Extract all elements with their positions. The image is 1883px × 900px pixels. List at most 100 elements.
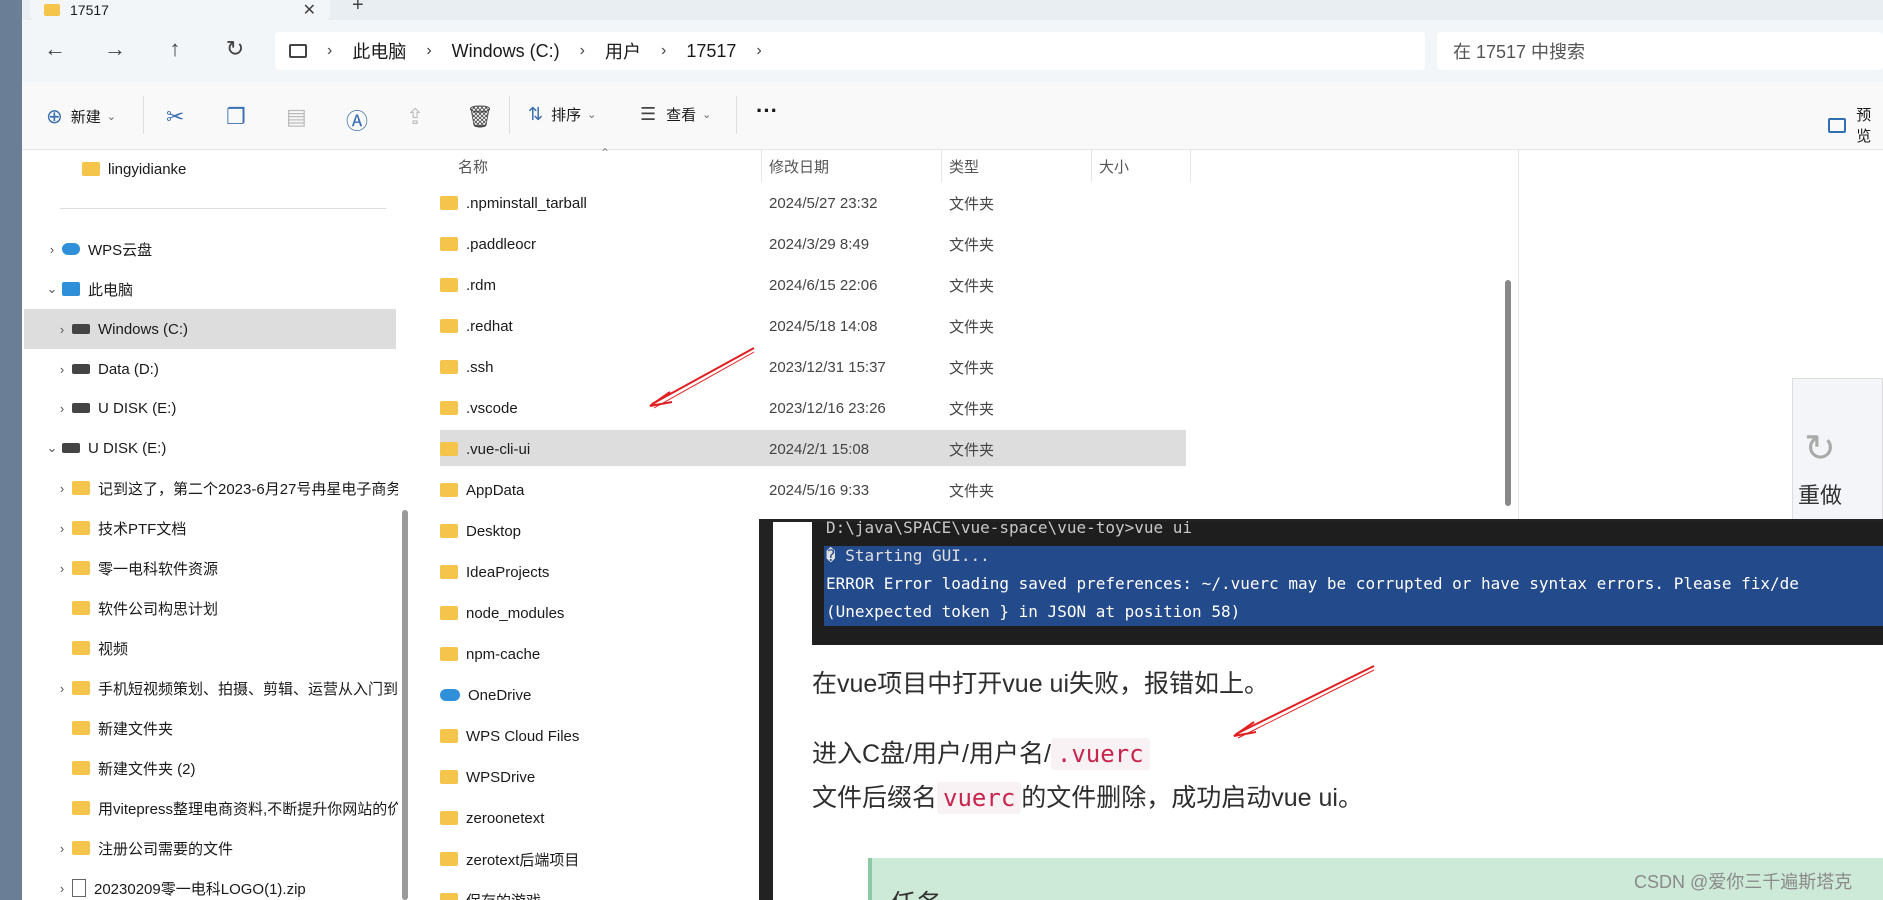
desktop-edge (0, 0, 22, 900)
sidebar-item[interactable]: ›U DISK (E:) (22, 389, 400, 427)
usb-icon (62, 443, 80, 453)
breadcrumb-separator: › (580, 42, 585, 60)
sidebar-item-label: 新建文件夹 (98, 718, 173, 739)
sidebar-item[interactable]: ⌄此电脑 (22, 270, 400, 308)
more-icon[interactable]: ··· (756, 98, 778, 124)
forward-icon[interactable]: → (101, 36, 129, 62)
sidebar-item[interactable]: ›Data (D:) (22, 350, 400, 388)
file-row[interactable]: .npminstall_tarball2024/5/27 23:32文件夹 (440, 183, 1186, 223)
folder-icon (440, 852, 458, 866)
chevron-right-icon[interactable]: › (52, 561, 72, 576)
new-tab-button[interactable]: + (352, 0, 364, 17)
file-row[interactable]: .rdm2024/6/15 22:06文件夹 (440, 265, 1186, 305)
list-scrollbar[interactable] (1505, 280, 1511, 506)
sidebar-item-label: Windows (C:) (98, 321, 188, 338)
chevron-right-icon[interactable]: › (52, 841, 72, 856)
column-header-size[interactable]: 大小 (1099, 156, 1129, 177)
paste-icon[interactable]: ▤ (286, 104, 307, 130)
file-row[interactable]: .redhat2024/5/18 14:08文件夹 (440, 306, 1186, 346)
sidebar-item[interactable]: 用vitepress整理电商资料,不断提升你网站的价值 (22, 789, 400, 827)
share-icon[interactable]: ⇪ (406, 104, 424, 130)
new-button[interactable]: ⊕ 新建 ⌄ (46, 104, 116, 129)
file-name: Desktop (466, 523, 766, 540)
file-date: 2024/6/15 22:06 (769, 277, 877, 294)
close-icon[interactable]: ✕ (303, 0, 316, 20)
sidebar-item-label: 新建文件夹 (2) (98, 758, 196, 779)
file-name: WPS Cloud Files (466, 728, 766, 745)
file-name: npm-cache (466, 646, 766, 663)
zip-icon (72, 879, 86, 897)
column-header-date[interactable]: 修改日期 (769, 156, 829, 177)
copy-icon[interactable]: ❐ (226, 104, 246, 130)
cut-icon[interactable]: ✂ (166, 104, 184, 130)
breadcrumb[interactable]: › 此电脑 › Windows (C:) › 用户 › 17517 › (275, 32, 1425, 70)
sidebar-item[interactable]: ›手机短视频策划、拍摄、剪辑、运营从入门到精通 (22, 669, 400, 707)
folder-icon (440, 442, 458, 456)
sidebar-item[interactable]: ›20230209零一电科LOGO(1).zip (22, 869, 400, 900)
chevron-right-icon[interactable]: › (52, 681, 72, 696)
chevron-down-icon: ⌄ (107, 110, 116, 123)
sidebar-item-label: 记到这了，第二个2023-6月27号冉星电子商务 (98, 478, 398, 499)
sidebar-item-label: 用vitepress整理电商资料,不断提升你网站的价值 (98, 798, 398, 819)
article-line-2: 进入C盘/用户/用户名/.vuerc (812, 734, 1150, 770)
redo-label[interactable]: 重做 (1798, 478, 1842, 510)
sidebar-item[interactable]: ›技术PTF文档 (22, 509, 400, 547)
redo-icon[interactable]: ↻ (1804, 426, 1836, 471)
column-header-type[interactable]: 类型 (949, 156, 979, 177)
column-header-name[interactable]: 名称 (458, 156, 488, 177)
file-row[interactable]: .paddleocr2024/3/29 8:49文件夹 (440, 224, 1186, 264)
nav-scrollbar[interactable] (402, 510, 408, 900)
sidebar-item[interactable]: 软件公司构思计划 (22, 589, 400, 627)
chevron-right-icon[interactable]: › (52, 881, 72, 896)
chevron-right-icon[interactable]: › (42, 242, 62, 257)
sidebar-item[interactable]: ⌄U DISK (E:) (22, 429, 400, 467)
back-icon[interactable]: ← (41, 36, 69, 62)
up-icon[interactable]: ↑ (161, 36, 189, 62)
overlay-border (759, 519, 773, 900)
sidebar-item[interactable]: ›注册公司需要的文件 (22, 829, 400, 867)
file-type: 文件夹 (949, 480, 994, 501)
chevron-down-icon[interactable]: ⌄ (42, 281, 62, 297)
file-name: AppData (466, 482, 766, 499)
search-input[interactable]: 在 17517 中搜索 (1437, 32, 1883, 70)
tab-17517[interactable]: 17517 ✕ (30, 0, 330, 20)
chevron-down-icon[interactable]: ⌄ (42, 440, 62, 456)
sidebar-item[interactable]: › Windows (C:) (22, 310, 400, 348)
file-row[interactable]: .vue-cli-ui2024/2/1 15:08文件夹 (440, 429, 1186, 469)
chevron-right-icon[interactable]: › (52, 401, 72, 416)
breadcrumb-17517[interactable]: 17517 (686, 41, 736, 62)
folder-icon (440, 770, 458, 784)
sidebar-item[interactable]: lingyidianke (22, 150, 400, 188)
chevron-right-icon[interactable]: › (52, 521, 72, 536)
file-row[interactable]: .ssh2023/12/31 15:37文件夹 (440, 347, 1186, 387)
sidebar-item[interactable]: ›WPS云盘 (22, 230, 400, 268)
article-line-3-suffix: 的文件删除，成功启动vue ui。 (1021, 784, 1363, 812)
folder-icon (82, 162, 100, 176)
rename-icon[interactable]: Ⓐ (346, 104, 368, 136)
breadcrumb-users[interactable]: 用户 (605, 38, 641, 64)
sidebar-item[interactable]: 新建文件夹 (2) (22, 749, 400, 787)
breadcrumb-separator: › (426, 42, 431, 60)
file-row[interactable]: AppData2024/5/16 9:33文件夹 (440, 470, 1186, 510)
sidebar-item[interactable]: 新建文件夹 (22, 709, 400, 747)
terminal-line: � Starting GUI... (826, 546, 990, 565)
chevron-right-icon[interactable]: › (52, 481, 72, 496)
breadcrumb-separator[interactable]: › (756, 42, 761, 60)
file-date: 2023/12/16 23:26 (769, 400, 886, 417)
sidebar-item[interactable]: ›零一电科软件资源 (22, 549, 400, 587)
sidebar-item[interactable]: › 记到这了，第二个2023-6月27号冉星电子商务 (22, 469, 400, 507)
chevron-right-icon[interactable]: › (52, 362, 72, 377)
sidebar-item[interactable]: 视频 (22, 629, 400, 667)
folder-icon (44, 4, 60, 16)
file-date: 2024/3/29 8:49 (769, 236, 869, 253)
folder-icon (72, 681, 90, 695)
refresh-icon[interactable]: ↻ (221, 36, 249, 62)
view-button[interactable]: ☰ 查看 ⌄ (640, 104, 711, 125)
file-row[interactable]: .vscode2023/12/16 23:26文件夹 (440, 388, 1186, 428)
breadcrumb-this-pc[interactable]: 此电脑 (352, 38, 406, 64)
breadcrumb-windows-c[interactable]: Windows (C:) (452, 41, 560, 62)
sort-button[interactable]: ⇅ 排序 ⌄ (528, 104, 596, 125)
chevron-right-icon[interactable]: › (52, 322, 72, 337)
preview-button[interactable]: 预览 (1828, 104, 1883, 146)
delete-icon[interactable]: 🗑 (466, 104, 494, 130)
